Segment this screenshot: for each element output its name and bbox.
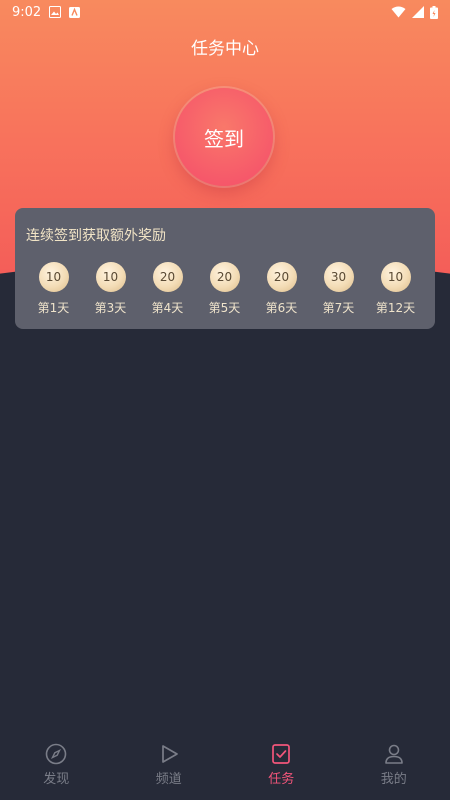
cellular-signal-icon — [412, 6, 424, 18]
reward-day-item: 30 第7天 — [310, 262, 367, 316]
reward-day-label: 第3天 — [94, 301, 127, 315]
nav-label: 任务 — [268, 772, 295, 787]
reward-coin: 20 — [209, 262, 240, 292]
reward-coin: 30 — [323, 262, 354, 292]
reward-coin: 10 — [95, 262, 126, 292]
reward-coin: 10 — [38, 262, 69, 292]
streak-reward-list: 10 第1天 10 第3天 20 第4天 20 第5天 20 第6天 30 第7… — [15, 262, 435, 322]
nav-item-channels[interactable]: 频道 — [113, 742, 226, 800]
reward-day-label: 第6天 — [265, 301, 298, 315]
status-time: 9:02 — [12, 4, 42, 20]
page-title: 任务中心 — [191, 39, 259, 59]
user-icon — [383, 742, 405, 766]
streak-reward-title: 连续签到获取额外奖励 — [26, 228, 166, 244]
battery-charging-icon — [430, 5, 438, 19]
reward-day-label: 第4天 — [151, 301, 184, 315]
reward-day-item: 10 第1天 — [25, 262, 82, 316]
reward-day-label: 第1天 — [37, 301, 70, 315]
compass-icon — [45, 742, 67, 766]
bottom-nav: 发现 频道 任务 我的 — [0, 742, 450, 800]
nav-label: 我的 — [380, 772, 407, 787]
status-bar: 9:02 — [0, 0, 450, 24]
task-check-icon — [270, 742, 292, 766]
gallery-icon — [49, 6, 62, 18]
reward-day-item: 10 第3天 — [82, 262, 139, 316]
reward-coin: 20 — [152, 262, 183, 292]
reward-coin: 20 — [266, 262, 297, 292]
wifi-icon — [391, 6, 406, 18]
play-icon — [158, 742, 180, 766]
reward-day-label: 第7天 — [322, 301, 355, 315]
nav-label: 发现 — [43, 772, 70, 787]
reward-coin: 10 — [380, 262, 411, 292]
nav-item-profile[interactable]: 我的 — [338, 742, 450, 800]
reward-day-item: 20 第6天 — [253, 262, 310, 316]
checkin-button[interactable]: 签到 — [175, 88, 273, 186]
reward-day-label: 第5天 — [208, 301, 241, 315]
reward-day-label: 第12天 — [375, 301, 416, 315]
reward-day-item: 10 第12天 — [367, 262, 424, 316]
nav-label: 频道 — [155, 772, 182, 787]
app-notification-icon — [69, 6, 81, 18]
reward-day-item: 20 第4天 — [139, 262, 196, 316]
nav-item-discover[interactable]: 发现 — [0, 742, 113, 800]
reward-day-item: 20 第5天 — [196, 262, 253, 316]
streak-reward-card: 连续签到获取额外奖励 10 第1天 10 第3天 20 第4天 20 第5天 2… — [15, 208, 435, 329]
nav-item-tasks[interactable]: 任务 — [225, 742, 338, 800]
